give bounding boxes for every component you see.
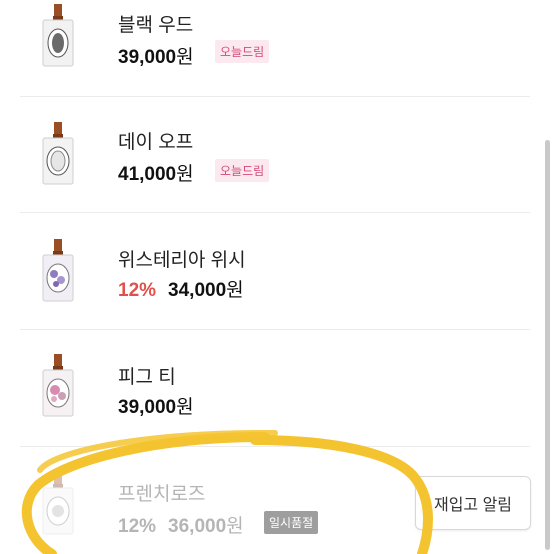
product-thumbnail[interactable] bbox=[40, 4, 76, 68]
price-currency: 원 bbox=[226, 516, 244, 537]
price-value: 36,000 bbox=[168, 516, 227, 537]
restock-alert-button[interactable]: 재입고 알림 bbox=[415, 476, 531, 530]
product-price: 39,000원 bbox=[118, 392, 194, 419]
product-row[interactable]: 위스테리아 위시 12% 34,000원 bbox=[0, 213, 530, 329]
product-price: 12% 36,000원 bbox=[118, 511, 244, 538]
product-name[interactable]: 피그 티 bbox=[118, 362, 176, 389]
product-thumbnail[interactable] bbox=[40, 354, 76, 418]
product-thumbnail[interactable] bbox=[40, 239, 76, 303]
price-currency: 원 bbox=[176, 164, 194, 185]
product-price: 39,000원 bbox=[118, 42, 194, 69]
price-currency: 원 bbox=[176, 47, 194, 68]
product-name[interactable]: 블랙 우드 bbox=[118, 10, 193, 37]
soldout-badge: 일시품절 bbox=[264, 511, 319, 534]
product-price: 12% 34,000원 bbox=[118, 275, 244, 302]
delivery-badge: 오늘드림 bbox=[215, 40, 270, 63]
price-value: 41,000 bbox=[118, 164, 177, 185]
price-currency: 원 bbox=[176, 397, 194, 418]
delivery-badge: 오늘드림 bbox=[215, 159, 270, 182]
product-name[interactable]: 프렌치로즈 bbox=[118, 479, 205, 506]
product-thumbnail[interactable] bbox=[40, 122, 76, 186]
product-row[interactable]: 블랙 우드 39,000원 오늘드림 bbox=[0, 0, 530, 96]
product-thumbnail[interactable] bbox=[40, 472, 76, 536]
price-value: 34,000 bbox=[168, 280, 227, 301]
product-name[interactable]: 데이 오프 bbox=[118, 127, 193, 154]
price-value: 39,000 bbox=[118, 47, 177, 68]
product-list: 블랙 우드 39,000원 오늘드림 데이 오프 41,000원 오늘드림 위스… bbox=[0, 0, 554, 554]
product-row[interactable]: 피그 티 39,000원 bbox=[0, 330, 530, 446]
discount-rate: 12% bbox=[118, 280, 157, 301]
price-value: 39,000 bbox=[118, 397, 177, 418]
product-price: 41,000원 bbox=[118, 159, 194, 186]
product-name[interactable]: 위스테리아 위시 bbox=[118, 245, 246, 272]
scrollbar[interactable] bbox=[545, 140, 550, 550]
discount-rate: 12% bbox=[118, 516, 157, 537]
product-row[interactable]: 데이 오프 41,000원 오늘드림 bbox=[0, 97, 530, 212]
price-currency: 원 bbox=[226, 280, 244, 301]
